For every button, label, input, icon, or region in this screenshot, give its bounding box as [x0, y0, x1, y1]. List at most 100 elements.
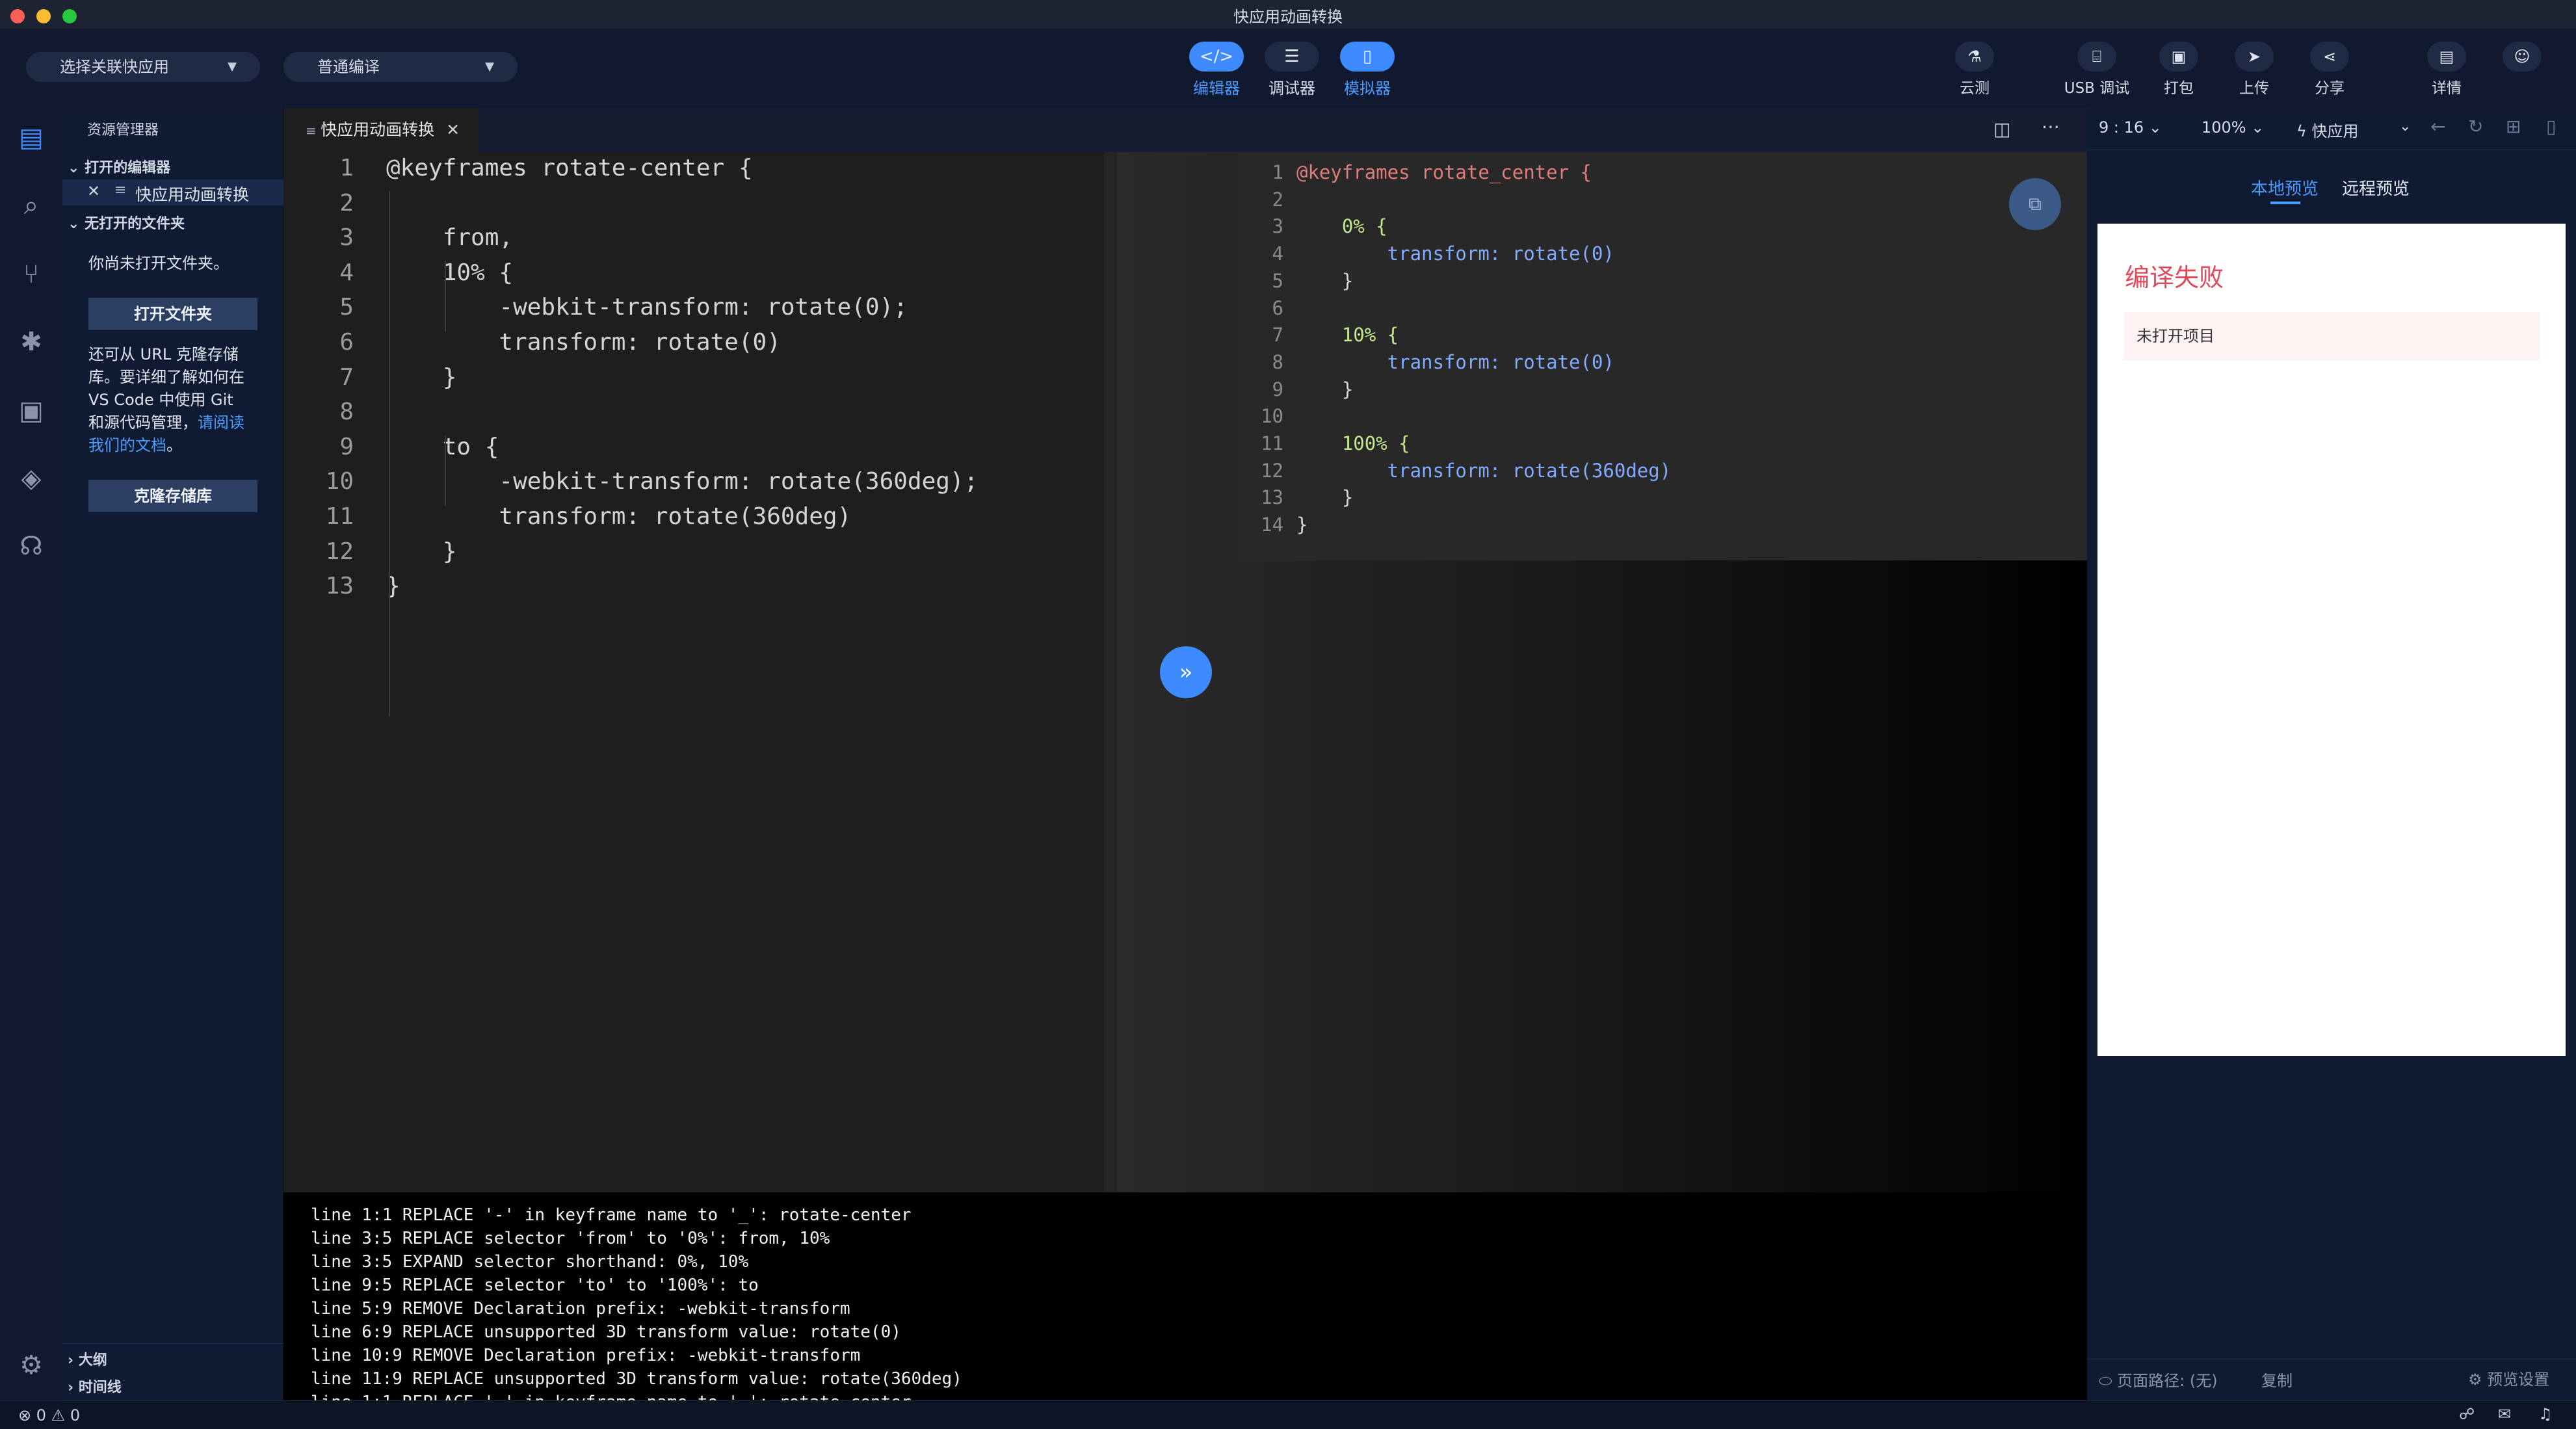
- back-icon[interactable]: ←: [2430, 116, 2445, 137]
- close-icon[interactable]: ✕: [87, 182, 100, 200]
- code-line: @keyframes rotate-center {: [386, 155, 753, 181]
- line-number: 11: [1261, 432, 1283, 454]
- upload-button[interactable]: ➤ 上传: [2218, 42, 2290, 98]
- chevron-right-icon: ›: [68, 1352, 79, 1369]
- share-icon: ⋖: [2310, 42, 2349, 72]
- zoom-select[interactable]: 100% ⌄: [2201, 118, 2264, 137]
- mode-editor[interactable]: </> 编辑器: [1187, 42, 1246, 98]
- compile-mode-label: 普通编译: [317, 58, 380, 76]
- remote-explorer-icon[interactable]: ▣: [14, 394, 48, 428]
- clone-help-line: VS Code 中使用 Git: [88, 391, 233, 409]
- share-button[interactable]: ⋖ 分享: [2294, 42, 2365, 98]
- explorer-icon[interactable]: ▤: [14, 121, 48, 155]
- editor-tab-bar: ◫ ⋯: [283, 108, 2087, 152]
- more-actions-icon[interactable]: ⋯: [2042, 116, 2060, 137]
- feedback-icon[interactable]: ☍: [2459, 1405, 2475, 1423]
- cloud-test-button[interactable]: ⚗ 云测: [1939, 42, 2010, 98]
- active-tab-indicator: [2270, 202, 2300, 204]
- app-select[interactable]: ϟ 快应用: [2296, 118, 2358, 141]
- usb-debug-button[interactable]: ⌸ USB 调试: [2061, 42, 2133, 98]
- line-number: 12: [325, 538, 354, 565]
- copy-icon[interactable]: ⧉: [2009, 178, 2061, 230]
- mode-debugger[interactable]: ☰ 调试器: [1263, 42, 1321, 98]
- device-icon[interactable]: ▯: [2546, 116, 2556, 137]
- log-line: line 10:9 REMOVE Declaration prefix: -we…: [311, 1346, 861, 1365]
- chevron-down-icon[interactable]: ⌄: [2399, 118, 2411, 135]
- converted-code-view[interactable]: 1 @keyframes rotate_center {2 3 0% {4 tran…: [1238, 152, 2087, 560]
- layers-icon[interactable]: ◈: [14, 462, 48, 495]
- app-select-label: 快应用: [2311, 122, 2359, 140]
- gear-icon[interactable]: ⚙: [14, 1348, 48, 1382]
- mail-icon[interactable]: ✉: [2498, 1405, 2511, 1423]
- outline-section[interactable]: › 大纲: [68, 1348, 107, 1369]
- clone-help-line: 和源代码管理，: [88, 413, 198, 432]
- source-control-icon[interactable]: ⑂: [14, 257, 48, 291]
- phone-icon: ▯: [1340, 42, 1395, 72]
- problems-indicator[interactable]: ⊗ 0 ⚠ 0: [18, 1406, 80, 1424]
- tab-local-preview[interactable]: 本地预览: [2251, 176, 2319, 200]
- line-number: 1: [339, 155, 354, 181]
- no-folder-section[interactable]: ⌄ 无打开的文件夹: [68, 212, 185, 233]
- compile-mode-select[interactable]: 普通编译 ▼: [283, 52, 518, 82]
- page-path-info: ⬭ 页面路径: (无): [2099, 1368, 2218, 1391]
- line-number: 8: [1272, 350, 1283, 373]
- tab-remote-preview[interactable]: 远程预览: [2342, 176, 2410, 200]
- flask-icon: ⚗: [1955, 42, 1994, 72]
- clone-help-end: 。: [166, 436, 182, 454]
- line-number: 3: [339, 224, 354, 252]
- code-line: 10% {: [386, 259, 514, 286]
- clone-help-line: 库。要详细了解如何在: [88, 368, 244, 386]
- open-editor-item[interactable]: ✕ ≡ 快应用动画转换: [62, 179, 283, 205]
- docs-link[interactable]: 请阅读: [198, 413, 244, 432]
- debug-icon[interactable]: ✱: [14, 325, 48, 359]
- document-icon: ▤: [2427, 42, 2466, 72]
- search-icon[interactable]: ⌕: [14, 189, 48, 222]
- timeline-section[interactable]: › 时间线: [68, 1376, 122, 1396]
- code-line: 0% {: [1296, 215, 1387, 238]
- timeline-label: 时间线: [78, 1380, 122, 1396]
- clone-repository-button[interactable]: 克隆存储库: [88, 480, 257, 512]
- code-line: }: [386, 538, 457, 565]
- mode-simulator[interactable]: ▯ 模拟器: [1338, 42, 1397, 98]
- bell-icon[interactable]: ♫: [2538, 1405, 2553, 1423]
- chevron-down-icon: ▼: [228, 60, 237, 73]
- ratio-select[interactable]: 9 : 16 ⌄: [2099, 118, 2162, 137]
- line-number: 13: [1261, 486, 1283, 509]
- scrollbar[interactable]: [1104, 152, 1116, 1192]
- open-folder-button[interactable]: 打开文件夹: [88, 298, 257, 330]
- code-line: @keyframes rotate_center {: [1296, 161, 1592, 183]
- preview-settings-button[interactable]: ⚙ 预览设置: [2468, 1367, 2549, 1389]
- status-bar: ⊗ 0 ⚠ 0 ☍ ✉ ♫: [0, 1400, 2576, 1429]
- details-button[interactable]: ▤ 详情: [2411, 42, 2482, 98]
- split-editor-icon[interactable]: ◫: [1993, 118, 2010, 140]
- window-title: 快应用动画转换: [1233, 8, 1343, 26]
- cloud-test-label: 云测: [1960, 80, 1990, 97]
- line-number: 7: [339, 363, 354, 391]
- line-number: 9: [339, 433, 354, 460]
- device-screen: 编译失败 未打开项目: [2097, 224, 2566, 1056]
- copy-path-button[interactable]: 复制: [2261, 1368, 2293, 1391]
- headset-icon[interactable]: ☊: [14, 529, 48, 563]
- code-line: transform: rotate(0): [1296, 350, 1614, 373]
- sliders-icon: ☰: [1265, 42, 1319, 72]
- log-line: line 9:5 REPLACE selector 'to' to '100%'…: [311, 1276, 759, 1295]
- line-number: 10: [1261, 405, 1283, 428]
- close-icon[interactable]: ✕: [446, 120, 460, 139]
- qrcode-icon[interactable]: ⊞: [2506, 116, 2521, 137]
- convert-button[interactable]: »: [1160, 646, 1212, 698]
- usb-debug-label: USB 调试: [2064, 80, 2130, 97]
- zoom-label: 100%: [2201, 118, 2246, 137]
- docs-link[interactable]: 我们的文档: [88, 436, 166, 454]
- open-editors-section[interactable]: ⌄ 打开的编辑器: [68, 156, 170, 177]
- refresh-icon[interactable]: ↻: [2468, 116, 2483, 137]
- account-button[interactable]: ☺: [2486, 42, 2558, 72]
- source-editor[interactable]: 1 @keyframes rotate-center {2 3 from, 4 10%…: [283, 152, 1116, 1192]
- package-button[interactable]: ▣ 打包: [2143, 42, 2215, 98]
- code-line: 100% {: [1296, 432, 1410, 454]
- line-number: 10: [325, 468, 354, 495]
- line-number: 6: [1272, 296, 1283, 319]
- project-select[interactable]: 选择关联快应用 ▼: [26, 52, 260, 82]
- tab-file[interactable]: ≡ 快应用动画转换 ✕: [283, 108, 479, 152]
- toggle-icon[interactable]: ⬭: [2099, 1372, 2117, 1390]
- no-folder-header: 无打开的文件夹: [85, 216, 185, 232]
